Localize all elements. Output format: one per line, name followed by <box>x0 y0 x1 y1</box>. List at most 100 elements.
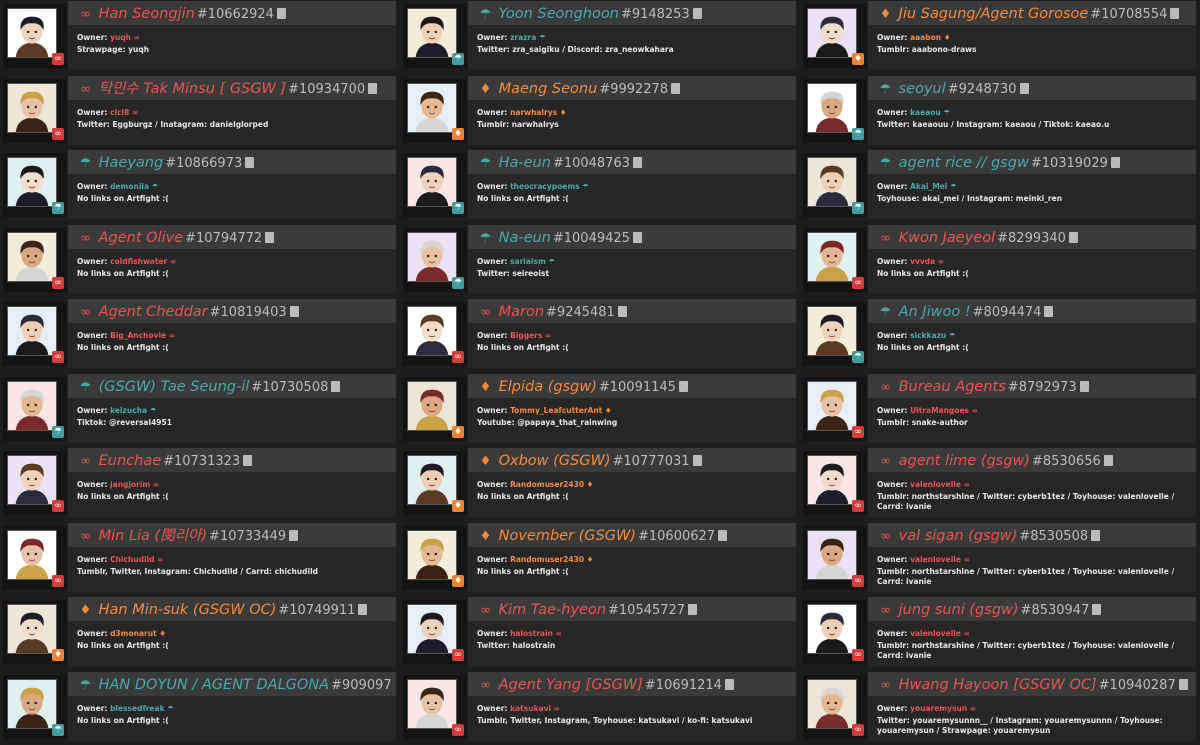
character-card[interactable]: ∞ ∞ Hwang Hayoon [GSGW OC] #10940287 Owner:… <box>800 671 1198 745</box>
avatar-frame[interactable]: ∞ <box>403 674 467 739</box>
clipboard-icon[interactable] <box>1079 380 1089 392</box>
owner-link[interactable]: demonila <box>110 182 149 191</box>
character-card[interactable]: ∞ ∞ Han Seongjin #10662924 Owner: yuqh ∞ Str… <box>0 0 398 75</box>
owner-link[interactable]: Biggers <box>510 331 542 340</box>
avatar-frame[interactable]: ☂ <box>3 153 67 217</box>
character-avatar[interactable] <box>807 231 857 282</box>
clipboard-icon[interactable] <box>617 306 627 317</box>
character-card[interactable]: ☂ ☂ Yoon Seonghoon #9148253 Owner: zrazra ☂… <box>400 0 798 75</box>
character-avatar[interactable] <box>407 678 457 729</box>
character-avatar[interactable] <box>407 529 457 580</box>
character-name-link[interactable]: Han Seongjin <box>99 6 195 22</box>
owner-link[interactable]: coldfishwater <box>110 257 167 266</box>
clipboard-icon[interactable] <box>1110 157 1120 168</box>
character-avatar[interactable] <box>7 455 57 505</box>
character-name-link[interactable]: Eunchae <box>99 453 162 469</box>
character-card[interactable]: ♦ ♦ November (GSGW) #10600627 Owner: Random… <box>400 522 798 597</box>
avatar-frame[interactable]: ♦ <box>403 78 467 143</box>
character-avatar[interactable] <box>407 455 457 505</box>
character-avatar[interactable] <box>807 8 857 58</box>
character-card[interactable]: ∞ ∞ Kwon Jaeyeol #8299340 Owner: vvvda ∞ No … <box>800 224 1198 299</box>
clipboard-icon[interactable] <box>718 529 728 541</box>
character-name-link[interactable]: seoyul <box>899 81 946 97</box>
avatar-frame[interactable]: ♦ <box>3 600 67 664</box>
character-avatar[interactable] <box>7 231 57 282</box>
avatar-frame[interactable]: ☂ <box>3 674 67 739</box>
avatar-frame[interactable]: ∞ <box>3 4 67 68</box>
character-name-link[interactable]: 탁민수 Tak Minsu [ GSGW ] <box>99 81 286 97</box>
character-avatar[interactable] <box>807 82 857 133</box>
owner-link[interactable]: keizucha <box>110 406 147 415</box>
avatar-frame[interactable]: ☂ <box>803 78 867 143</box>
clipboard-icon[interactable] <box>243 455 253 466</box>
avatar-frame[interactable]: ∞ <box>3 227 67 292</box>
owner-link[interactable]: valenlovelle <box>910 629 961 638</box>
character-name-link[interactable]: Elpida (gsgw) <box>499 379 597 395</box>
character-avatar[interactable] <box>7 306 57 356</box>
clipboard-icon[interactable] <box>245 157 255 168</box>
character-card[interactable]: ♦ ♦ Jiu Sagung/Agent Gorosoe #10708554 Owne… <box>800 0 1198 75</box>
character-card[interactable]: ∞ ∞ Maron #9245481 Owner: Biggers ∞ No links… <box>400 298 798 373</box>
character-avatar[interactable] <box>807 306 857 356</box>
avatar-frame[interactable]: ☂ <box>803 302 867 366</box>
owner-link[interactable]: narwhalrys <box>510 108 557 117</box>
owner-link[interactable]: theocracypoems <box>510 182 580 191</box>
character-avatar[interactable] <box>407 306 457 356</box>
character-avatar[interactable] <box>807 678 857 729</box>
character-avatar[interactable] <box>7 529 57 580</box>
owner-link[interactable]: yuqh <box>110 33 131 42</box>
character-name-link[interactable]: HAN DOYUN / AGENT DALGONA <box>99 677 330 693</box>
character-name-link[interactable]: Bureau Agents <box>899 379 1006 395</box>
owner-link[interactable]: Randomuser2430 <box>510 555 584 564</box>
owner-link[interactable]: Akai_Mei <box>910 182 947 191</box>
character-name-link[interactable]: Jiu Sagung/Agent Gorosoe <box>899 6 1089 22</box>
avatar-frame[interactable]: ☂ <box>403 4 467 68</box>
clipboard-icon[interactable] <box>692 455 702 466</box>
clipboard-icon[interactable] <box>331 380 341 392</box>
clipboard-icon[interactable] <box>1103 455 1113 466</box>
character-card[interactable]: ☂ ☂ An Jiwoo ! #8094474 Owner: sickkazu ☂ No… <box>800 298 1198 373</box>
character-name-link[interactable]: Agent Yang [GSGW] <box>499 677 643 693</box>
character-card[interactable]: ♦ ♦ Elpida (gsgw) #10091145 Owner: Tommy_Le… <box>400 373 798 448</box>
character-name-link[interactable]: Han Min-suk (GSGW OC) <box>99 602 277 618</box>
character-card[interactable]: ∞ ∞ Agent Olive #10794772 Owner: coldfishwa… <box>0 224 398 299</box>
character-avatar[interactable] <box>7 157 57 207</box>
avatar-frame[interactable]: ♦ <box>803 4 867 68</box>
owner-link[interactable]: valenlovelle <box>910 480 961 489</box>
character-name-link[interactable]: Yoon Seonghoon <box>499 6 619 22</box>
owner-link[interactable]: kaeaou <box>910 108 941 117</box>
clipboard-icon[interactable] <box>688 604 698 615</box>
owner-link[interactable]: aaabon <box>910 33 941 42</box>
character-card[interactable]: ∞ ∞ 탁민수 Tak Minsu [ GSGW ] #10934700 Owner:… <box>0 75 398 150</box>
character-card[interactable]: ☂ ☂ Na-eun #10049425 Owner: sariaism ☂ Twitt… <box>400 224 798 299</box>
character-card[interactable]: ☂ ☂ Ha-eun #10048763 Owner: theocracypoems … <box>400 149 798 224</box>
character-name-link[interactable]: Na-eun <box>499 230 551 246</box>
avatar-frame[interactable]: ☂ <box>3 376 67 441</box>
avatar-frame[interactable]: ∞ <box>403 600 467 664</box>
owner-link[interactable]: halostrain <box>510 629 553 638</box>
character-card[interactable]: ∞ ∞ Agent Yang [GSGW] #10691214 Owner: kats… <box>400 671 798 745</box>
character-card[interactable]: ∞ ∞ val sigan (gsgw) #8530508 Owner: valenl… <box>800 522 1198 597</box>
character-avatar[interactable] <box>407 157 457 207</box>
owner-link[interactable]: valenlovelle <box>910 555 961 564</box>
character-avatar[interactable] <box>807 455 857 505</box>
avatar-frame[interactable]: ♦ <box>403 451 467 515</box>
clipboard-icon[interactable] <box>368 82 378 94</box>
clipboard-icon[interactable] <box>1092 604 1102 615</box>
character-card[interactable]: ∞ ∞ Kim Tae-hyeon #10545727 Owner: halostra… <box>400 596 798 671</box>
character-avatar[interactable] <box>7 380 57 431</box>
character-name-link[interactable]: Oxbow (GSGW) <box>499 453 611 469</box>
owner-link[interactable]: zrazra <box>510 33 536 42</box>
character-card[interactable]: ☂ ☂ Haeyang #10866973 Owner: demonila ☂ No l… <box>0 149 398 224</box>
character-name-link[interactable]: Agent Cheddar <box>99 304 208 320</box>
character-name-link[interactable]: Agent Olive <box>99 230 184 246</box>
clipboard-icon[interactable] <box>632 231 642 243</box>
avatar-frame[interactable]: ∞ <box>803 227 867 292</box>
character-name-link[interactable]: Ha-eun <box>499 155 551 171</box>
character-card[interactable]: ☂ ☂ (GSGW) Tae Seung-il #10730508 Owner: ke… <box>0 373 398 448</box>
clipboard-icon[interactable] <box>1170 8 1180 19</box>
avatar-frame[interactable]: ♦ <box>403 376 467 441</box>
owner-link[interactable]: Big_Anchovie <box>110 331 166 340</box>
character-card[interactable]: ∞ ∞ jung suni (gsgw) #8530947 Owner: valenl… <box>800 596 1198 671</box>
avatar-frame[interactable]: ∞ <box>803 525 867 590</box>
